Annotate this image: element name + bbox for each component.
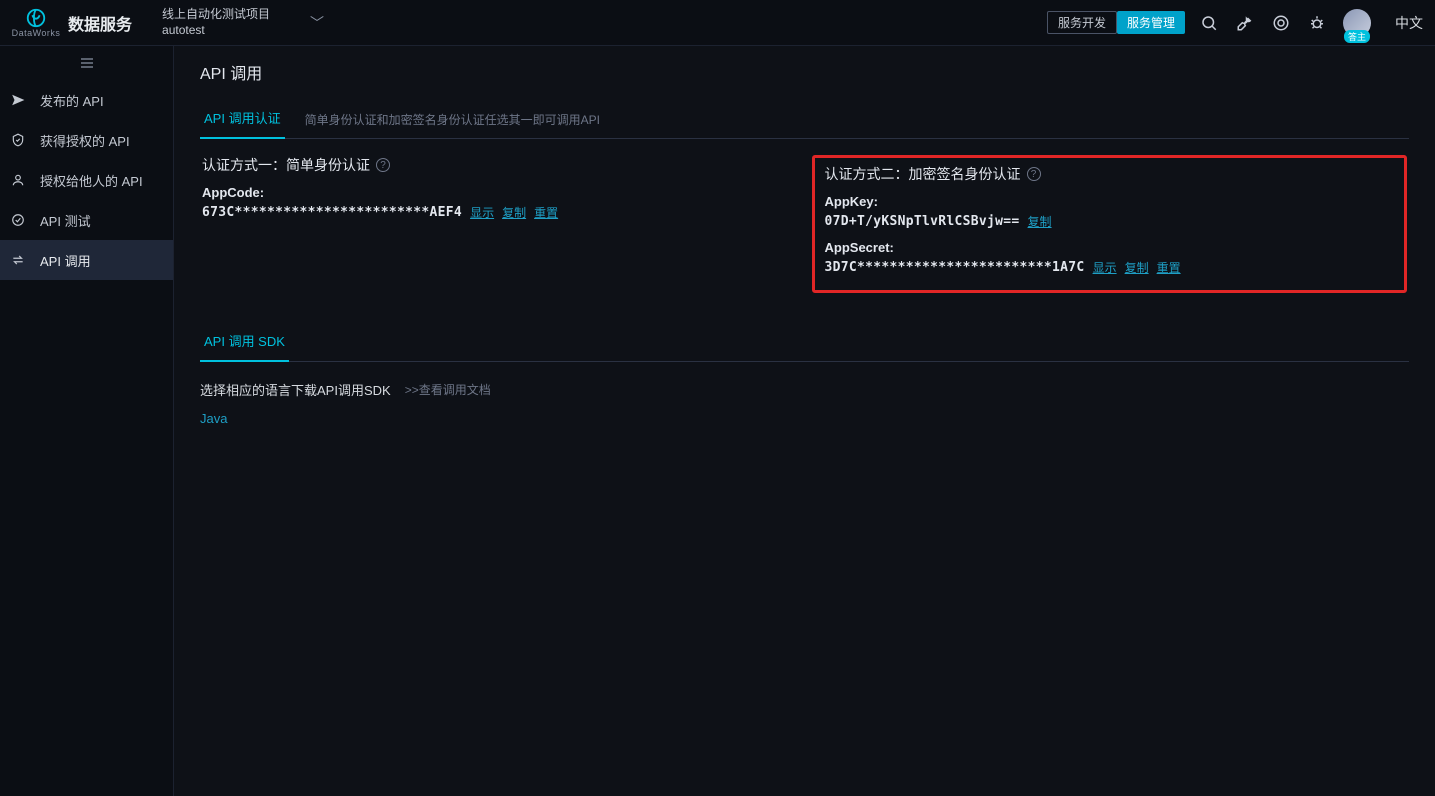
sidebar-item-label: 获得授权的 API [40, 131, 130, 150]
page-title: API 调用 [200, 60, 1409, 84]
shield-check-icon [10, 132, 26, 148]
appcode-reset[interactable]: 重置 [534, 204, 558, 221]
sidebar-collapse[interactable] [0, 46, 173, 80]
user-icon [10, 172, 26, 188]
sdk-java-link[interactable]: Java [200, 411, 227, 426]
top-bar: DataWorks 数据服务 线上自动化测试项目 autotest ﹀ 服务开发… [0, 0, 1435, 46]
chevron-down-icon: ﹀ [310, 13, 324, 33]
sidebar-item-api-test[interactable]: API 测试 [0, 200, 173, 240]
check-circle-icon [10, 212, 26, 228]
main-content: API 调用 API 调用认证 简单身份认证和加密签名身份认证任选其一即可调用A… [174, 46, 1435, 796]
sdk-doc-link[interactable]: >>查看调用文档 [405, 381, 491, 398]
auth-method-1: 认证方式一：简单身份认证 ? AppCode: 673C************… [200, 151, 800, 297]
help-icon[interactable]: ? [1027, 167, 1041, 181]
tab-api-auth[interactable]: API 调用认证 [200, 98, 285, 139]
brand-logo[interactable]: DataWorks [12, 7, 60, 38]
sidebar-item-api-call[interactable]: API 调用 [0, 240, 173, 280]
nav-tab-mgmt[interactable]: 服务管理 [1117, 11, 1185, 34]
appsecret-copy[interactable]: 复制 [1125, 259, 1149, 276]
appkey-copy[interactable]: 复制 [1028, 213, 1052, 230]
appcode-value: 673C************************AEF4 [202, 205, 462, 220]
wrench-icon[interactable] [1235, 13, 1255, 33]
auth-tabs: API 调用认证 简单身份认证和加密签名身份认证任选其一即可调用API [200, 98, 1409, 139]
appkey-value: 07D+T/yKSNpTlvRlCSBvjw== [825, 214, 1020, 229]
sidebar-item-grant-api[interactable]: 授权给他人的 API [0, 160, 173, 200]
sidebar-item-authorized-api[interactable]: 获得授权的 API [0, 120, 173, 160]
paper-plane-icon [10, 92, 26, 108]
appcode-show[interactable]: 显示 [470, 204, 494, 221]
appcode-label: AppCode: [202, 185, 798, 200]
brand-subtitle: DataWorks [12, 28, 61, 38]
tab-api-sdk[interactable]: API 调用 SDK [200, 321, 289, 362]
highlight-box: 认证方式二：加密签名身份认证 ? AppKey: 07D+T/yKSNpTlvR… [812, 155, 1408, 293]
sidebar: 发布的 API 获得授权的 API 授权给他人的 API API 测试 API … [0, 46, 174, 796]
swap-icon [10, 252, 26, 268]
appsecret-label: AppSecret: [825, 240, 1395, 255]
help-icon[interactable]: ? [376, 158, 390, 172]
brand-icon [25, 7, 47, 29]
project-line2: autotest [162, 23, 270, 39]
sidebar-item-published-api[interactable]: 发布的 API [0, 80, 173, 120]
tab-auth-note: 简单身份认证和加密签名身份认证任选其一即可调用API [305, 111, 600, 138]
appkey-label: AppKey: [825, 194, 1395, 209]
user-avatar[interactable]: 答主 [1343, 9, 1371, 37]
sidebar-item-label: 发布的 API [40, 91, 104, 110]
sidebar-item-label: API 调用 [40, 251, 91, 270]
appcode-copy[interactable]: 复制 [502, 204, 526, 221]
auth1-title: 认证方式一：简单身份认证 [202, 155, 370, 175]
user-badge: 答主 [1344, 30, 1370, 43]
search-icon[interactable] [1199, 13, 1219, 33]
nav-tab-dev[interactable]: 服务开发 [1047, 11, 1117, 34]
appsecret-value: 3D7C************************1A7C [825, 260, 1085, 275]
bug-icon[interactable] [1307, 13, 1327, 33]
auth2-title: 认证方式二：加密签名身份认证 [825, 164, 1021, 184]
language-toggle[interactable]: 中文 [1395, 13, 1423, 33]
auth-method-2: 认证方式二：加密签名身份认证 ? AppKey: 07D+T/yKSNpTlvR… [810, 151, 1410, 297]
sdk-tabs: API 调用 SDK [200, 321, 1409, 362]
appsecret-show[interactable]: 显示 [1093, 259, 1117, 276]
project-selector[interactable]: 线上自动化测试项目 autotest ﹀ [162, 7, 324, 38]
sidebar-item-label: API 测试 [40, 211, 91, 230]
project-line1: 线上自动化测试项目 [162, 7, 270, 23]
app-title: 数据服务 [68, 11, 132, 35]
headset-icon[interactable] [1271, 13, 1291, 33]
sdk-prompt: 选择相应的语言下载API调用SDK [200, 380, 391, 399]
appsecret-reset[interactable]: 重置 [1157, 259, 1181, 276]
sidebar-item-label: 授权给他人的 API [40, 171, 143, 190]
